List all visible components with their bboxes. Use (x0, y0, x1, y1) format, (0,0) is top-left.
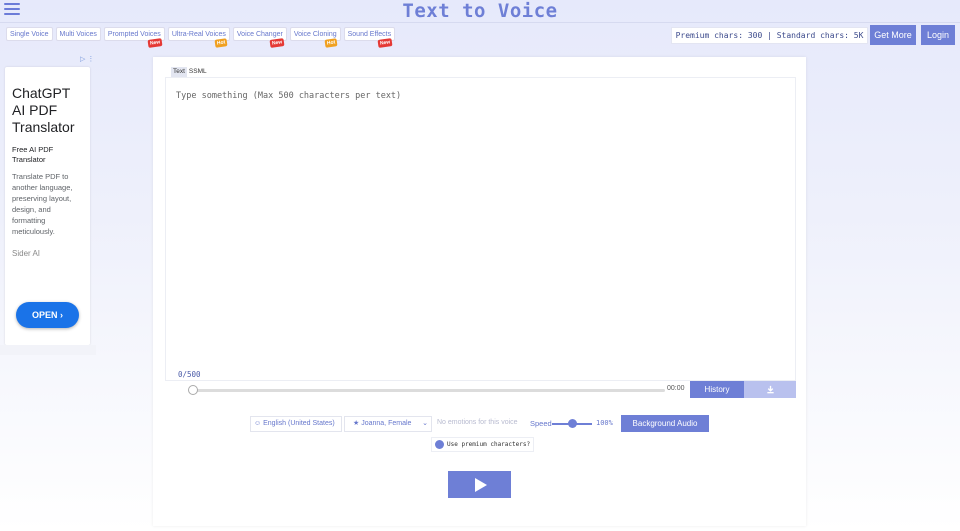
tab-prompted-voices[interactable]: Prompted Voices New (103, 27, 165, 48)
language-value: ☺ English (United States) (254, 420, 335, 427)
hot-badge: Hot (324, 38, 339, 48)
download-icon (766, 386, 774, 394)
tab-label: Multi Voices (59, 31, 97, 38)
page-title: Text to Voice (402, 0, 558, 22)
text-input[interactable]: Type something (Max 500 characters per t… (165, 77, 796, 380)
background-audio-button[interactable]: Background Audio (621, 415, 709, 432)
tab-ssml[interactable]: SSML (187, 67, 209, 77)
new-badge: New (377, 38, 393, 48)
history-button[interactable]: History (690, 381, 744, 398)
seek-bar[interactable] (193, 389, 665, 392)
speed-value: 100% (596, 419, 613, 427)
speed-label: Speed (530, 419, 552, 428)
playback-time: 00:00 (667, 385, 685, 392)
voice-select[interactable]: ★ Joanna, Female ⌄ (344, 416, 432, 432)
emotion-value: No emotions for this voice (437, 419, 518, 426)
new-badge: New (269, 38, 285, 48)
ad-description: Translate PDF to another language, prese… (12, 172, 73, 236)
premium-label: Use premium characters? (447, 441, 531, 448)
premium-toggle[interactable] (435, 440, 444, 449)
download-button[interactable] (744, 381, 796, 398)
chars-balance: Premium chars: 300 | Standard chars: 5K (671, 27, 868, 44)
play-icon (474, 477, 487, 492)
tab-multi-voices[interactable]: Multi Voices (55, 27, 101, 41)
ad-panel: ChatGPT AI PDF Translator Free AI PDF Tr… (5, 67, 90, 345)
get-more-button[interactable]: Get More (870, 25, 916, 45)
tool-tabs: Single Voice Multi Voices Prompted Voice… (6, 27, 396, 48)
play-button[interactable] (448, 471, 511, 498)
char-counter: 0/500 (178, 370, 201, 379)
tab-label: Ultra-Real Voices (171, 31, 226, 38)
tab-voice-cloning[interactable]: Voice Cloning Hot (289, 27, 341, 48)
audio-player: 00:00 History (165, 380, 796, 398)
mode-tabs: Text SSML (171, 67, 209, 77)
editor-card: Text SSML Type something (Max 500 charac… (153, 57, 806, 526)
ad-brand: Sider AI (12, 249, 41, 258)
voice-value: ★ Joanna, Female (353, 420, 412, 427)
tab-ultra-real-voices[interactable]: Ultra-Real Voices Hot (167, 27, 230, 48)
tab-label: Single Voice (10, 31, 49, 38)
speed-slider-handle[interactable] (567, 419, 577, 428)
login-button[interactable]: Login (921, 25, 955, 45)
tab-sound-effects[interactable]: Sound Effects New (343, 27, 396, 48)
header-divider (0, 22, 960, 23)
tab-label: Voice Changer (236, 31, 283, 38)
hot-badge: Hot (214, 38, 228, 48)
tab-label: Prompted Voices (107, 31, 161, 38)
seek-handle[interactable] (188, 385, 198, 395)
tab-single-voice[interactable]: Single Voice (6, 27, 53, 41)
ad-subtitle: Free AI PDF Translator (12, 145, 54, 164)
new-badge: New (147, 38, 163, 48)
chevron-down-icon: ⌄ (422, 420, 428, 427)
ad-open-button[interactable]: OPEN › (16, 302, 79, 328)
tab-text[interactable]: Text (171, 67, 187, 77)
ad-title[interactable]: ChatGPT AI PDF Translator (12, 85, 83, 136)
tab-label: Voice Cloning (293, 31, 337, 38)
emotion-select[interactable]: No emotions for this voice (434, 416, 525, 432)
tab-label: Sound Effects (347, 31, 392, 38)
text-input-placeholder: Type something (Max 500 characters per t… (176, 91, 402, 101)
ad-choices-icon[interactable]: ▷ ⋮ (80, 55, 94, 63)
tab-voice-changer[interactable]: Voice Changer New (232, 27, 287, 48)
ad-footer (0, 345, 96, 355)
premium-toggle-row: Use premium characters? (431, 437, 535, 452)
language-select[interactable]: ☺ English (United States) (250, 416, 342, 432)
